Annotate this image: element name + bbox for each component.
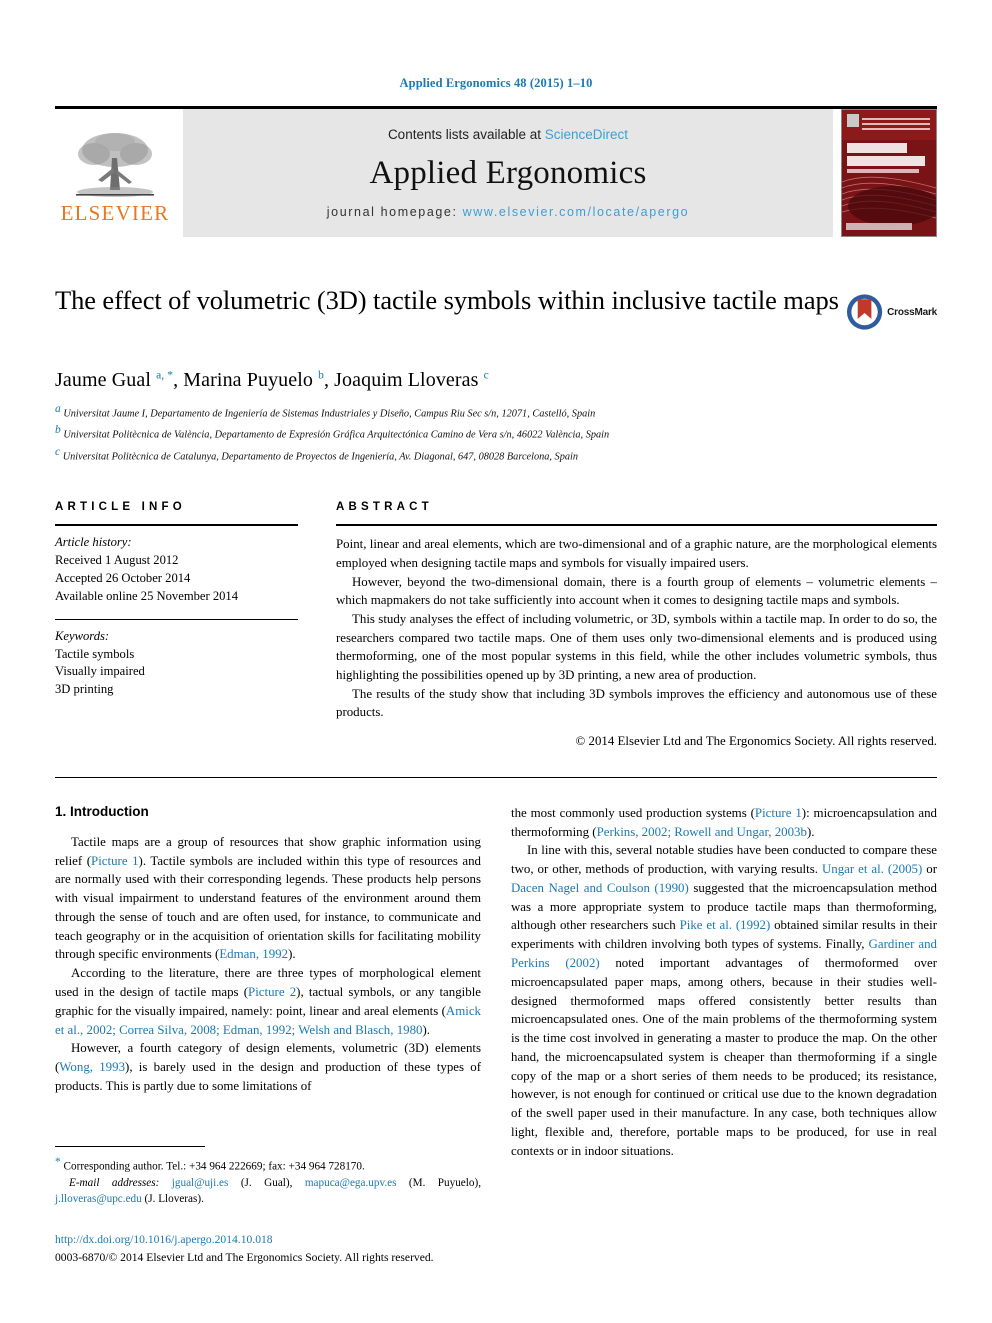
crossmark-badge[interactable]: CrossMark — [845, 279, 937, 345]
keyword-item: 3D printing — [55, 682, 114, 697]
keyword-item: Visually impaired — [55, 664, 145, 679]
abstract-heading: ABSTRACT — [336, 501, 433, 514]
abstract-paragraph: However, beyond the two-dimensional doma… — [336, 574, 937, 608]
abstract-body: Point, linear and areal elements, which … — [336, 535, 937, 751]
footnote-divider — [55, 1146, 205, 1147]
crossmark-label: CrossMark — [887, 306, 937, 318]
body-column-left: 1. Introduction Tactile maps are a group… — [55, 804, 481, 1161]
body-column-right: the most commonly used production system… — [511, 804, 937, 1161]
masthead-center: Contents lists available at ScienceDirec… — [183, 109, 833, 237]
affiliation-mark: b — [55, 424, 61, 437]
corresponding-author-mark: * — [55, 1156, 61, 1168]
affiliation-item: a Universitat Jaume I, Departamento de I… — [55, 401, 937, 422]
authors-text: Jaume Gual a, *, Marina Puyuelo b, Joaqu… — [55, 369, 489, 391]
affiliation-text: Universitat Politècnica de Catalunya, De… — [62, 451, 579, 463]
crossmark-icon — [846, 294, 883, 330]
elsevier-tree-icon — [76, 133, 154, 197]
running-head: Applied Ergonomics 48 (2015) 1–10 — [399, 76, 593, 90]
info-abstract-region: ARTICLE INFO Article history: Received 1… — [55, 501, 937, 751]
keyword-item: Tactile symbols — [55, 646, 135, 661]
history-received: Received 1 August 2012 — [55, 553, 179, 567]
affiliation-text: Universitat Jaume I, Departamento de Ing… — [63, 408, 596, 420]
section-heading-introduction: 1. Introduction — [55, 803, 149, 819]
affiliation-mark: c — [55, 445, 61, 458]
abstract-column: ABSTRACT Point, linear and areal element… — [336, 501, 937, 751]
body-columns: 1. Introduction Tactile maps are a group… — [55, 804, 937, 1161]
abstract-paragraph: The results of the study show that inclu… — [336, 686, 937, 720]
issn-copyright: 0003-6870/© 2014 Elsevier Ltd and The Er… — [55, 1250, 434, 1264]
abstract-paragraph: This study analyses the effect of includ… — [336, 611, 937, 683]
corresponding-author-note: * Corresponding author. Tel.: +34 964 22… — [55, 1154, 481, 1175]
paper-page: Applied Ergonomics 48 (2015) 1–10 ELSEVI… — [0, 0, 992, 1323]
keywords-block: Keywords: Tactile symbols Visually impai… — [55, 628, 298, 700]
introduction-left-text: Tactile maps are a group of resources th… — [55, 834, 482, 1093]
history-accepted: Accepted 26 October 2014 — [55, 570, 191, 585]
history-available-online: Available online 25 November 2014 — [55, 588, 239, 603]
page-title: The effect of volumetric (3D) tactile sy… — [55, 285, 839, 315]
journal-masthead: ELSEVIER Contents lists available at Sci… — [55, 106, 937, 237]
homepage-prefix: journal homepage: — [326, 205, 463, 219]
contents-prefix: Contents lists available at — [387, 127, 545, 142]
journal-title: Applied Ergonomics — [369, 155, 647, 191]
elsevier-logo: ELSEVIER — [55, 109, 175, 237]
keywords-label: Keywords: — [55, 628, 110, 643]
journal-homepage-line: journal homepage: www.elsevier.com/locat… — [327, 205, 689, 219]
divider-rule — [55, 618, 298, 620]
homepage-url-link[interactable]: www.elsevier.com/locate/apergo — [463, 205, 690, 219]
divider-rule — [55, 776, 937, 778]
divider-rule — [336, 524, 937, 527]
introduction-right-text: the most commonly used production system… — [511, 805, 938, 1158]
divider-rule — [55, 524, 298, 527]
footnote-region: * Corresponding author. Tel.: +34 964 22… — [55, 1146, 481, 1266]
doi-link[interactable]: http://dx.doi.org/10.1016/j.apergo.2014.… — [55, 1231, 481, 1248]
cover-artwork — [842, 110, 936, 236]
email-label: E-mail addresses: — [69, 1176, 160, 1189]
abstract-paragraph: Point, linear and areal elements, which … — [336, 537, 937, 570]
article-info-heading: ARTICLE INFO — [55, 501, 186, 514]
affiliation-item: c Universitat Politècnica de Catalunya, … — [55, 444, 937, 465]
article-history-block: Article history: Received 1 August 2012 … — [55, 534, 298, 606]
author-list: Jaume Gual a, *, Marina Puyuelo b, Joaqu… — [55, 369, 937, 392]
sciencedirect-link[interactable]: ScienceDirect — [545, 127, 628, 142]
contents-available-line: Contents lists available at ScienceDirec… — [388, 127, 628, 142]
article-info-column: ARTICLE INFO Article history: Received 1… — [55, 501, 298, 751]
title-block: The effect of volumetric (3D) tactile sy… — [55, 283, 937, 349]
affiliation-text: Universitat Politècnica de València, Dep… — [63, 429, 610, 441]
affiliation-item: b Universitat Politècnica de València, D… — [55, 422, 937, 443]
affiliation-list: a Universitat Jaume I, Departamento de I… — [55, 401, 937, 465]
elsevier-wordmark: ELSEVIER — [60, 201, 170, 225]
journal-cover-thumbnail — [841, 109, 937, 237]
corresponding-author-text: Corresponding author. Tel.: +34 964 2226… — [63, 1160, 365, 1173]
article-history-label: Article history: — [55, 535, 132, 550]
affiliation-mark: a — [55, 403, 61, 415]
email-note: E-mail addresses: jgual@uji.es (J. Gual)… — [55, 1175, 481, 1207]
abstract-copyright: © 2014 Elsevier Ltd and The Ergonomics S… — [575, 734, 937, 749]
doi-block: http://dx.doi.org/10.1016/j.apergo.2014.… — [55, 1231, 481, 1266]
